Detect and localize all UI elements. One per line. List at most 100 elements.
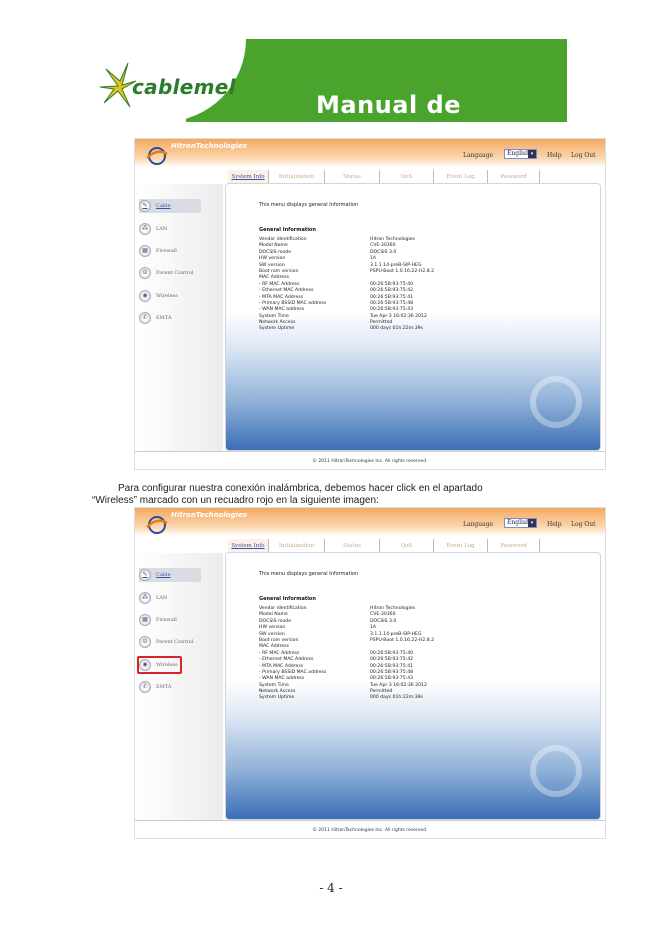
info-key: - WAN MAC address: [259, 676, 305, 682]
manual-title: Manual de Usuario: [316, 91, 461, 122]
info-key: - Primary BSSID MAC address: [259, 300, 327, 306]
tab-event-log[interactable]: Event Log: [434, 170, 488, 184]
sidebar-label: EMTA: [156, 684, 172, 690]
info-row: System Uptime 000 days 01h:22m:39s: [259, 326, 559, 332]
language-value: English: [507, 150, 530, 157]
info-key: Model Name: [259, 243, 288, 249]
tab-initialization[interactable]: Initialization: [269, 170, 325, 184]
info-table: Vendor identification Hitron Technologies…: [259, 606, 559, 702]
info-key: - Ethernet MAC Address: [259, 288, 314, 294]
info-key: MAC Address: [259, 275, 289, 281]
logout-link[interactable]: Log Out: [571, 152, 596, 159]
info-value: Tue Apr 3 16:02:36 2012: [370, 682, 427, 688]
logout-link[interactable]: Log Out: [571, 521, 596, 528]
info-key: SW version: [259, 262, 285, 268]
intro-text: This menu displays general Information: [259, 571, 359, 577]
language-select[interactable]: English ▾: [504, 149, 537, 159]
sidebar-label: Parent Control: [156, 270, 194, 276]
watermark-icon: [530, 376, 582, 428]
router-footer: © 2011 HitronTechnologies Inc. All right…: [135, 820, 605, 838]
info-key: - RF MAC Address: [259, 650, 300, 656]
sidebar-label: LAN: [156, 595, 168, 601]
tab-status[interactable]: Status: [325, 539, 380, 553]
sidebar-item-cable[interactable]: ✎ Cable: [139, 199, 201, 213]
tab-initialization[interactable]: Initialization: [269, 539, 325, 553]
header-banner: cablemel Manual de Usuario: [94, 39, 567, 122]
info-key: Network Access: [259, 320, 296, 326]
info-value: Hitron Technologies: [370, 237, 416, 242]
info-value: PSPU-Boot 1.0.16.22-H2.8.2: [370, 268, 435, 274]
sidebar-item-firewall[interactable]: ▦ Firewall: [139, 613, 201, 627]
cable-icon: ✎: [139, 200, 151, 212]
sidebar-item-lan[interactable]: ⁂ LAN: [139, 591, 201, 605]
router-screenshot-2: HitronTechnologies Language English ▾ Hel…: [134, 507, 606, 839]
info-key: HW version: [259, 256, 286, 262]
hitron-logo-icon: [146, 516, 168, 534]
lan-icon: ⁂: [139, 592, 151, 604]
language-select[interactable]: English ▾: [504, 518, 537, 528]
lan-icon: ⁂: [139, 223, 151, 235]
info-value: 000 days 01h:22m:39s: [370, 326, 423, 332]
paragraph-line-2: “Wireless” marcado con un recuadro rojo …: [92, 495, 379, 506]
tab-qos[interactable]: QoS: [380, 170, 434, 184]
tab-password[interactable]: Password: [488, 170, 540, 184]
sidebar-item-firewall[interactable]: ▦ Firewall: [139, 244, 201, 258]
info-value: 00:26:5B:93:75:48: [370, 300, 414, 306]
info-value: Permitted: [370, 689, 393, 695]
parent-control-icon: ☺: [139, 636, 151, 648]
sidebar-label: Firewall: [156, 617, 177, 623]
sidebar-item-parent-control[interactable]: ☺ Parent Control: [139, 635, 201, 649]
info-value: PSPU-Boot 1.0.16.22-H2.8.2: [370, 637, 435, 643]
info-key: System Time: [259, 682, 289, 688]
wireless-highlight-box: [137, 656, 182, 674]
tab-bar: System Info Initialization Status QoS Ev…: [228, 539, 540, 553]
info-key: System Uptime: [259, 695, 295, 701]
language-value: English: [507, 519, 530, 526]
sidebar-item-wireless[interactable]: ◉ Wireless: [139, 289, 201, 303]
wireless-icon: ◉: [139, 290, 151, 302]
language-label: Language: [463, 521, 494, 528]
sidebar-item-lan[interactable]: ⁂ LAN: [139, 222, 201, 236]
help-link[interactable]: Help: [547, 521, 562, 528]
cablemel-logo-text: cablemel: [132, 75, 236, 99]
emta-icon: ✆: [139, 312, 151, 324]
info-key: - Primary BSSID MAC address: [259, 669, 327, 675]
sidebar-item-cable[interactable]: ✎ Cable: [139, 568, 201, 582]
firewall-icon: ▦: [139, 245, 151, 257]
info-key: System Uptime: [259, 326, 295, 332]
language-label: Language: [463, 152, 494, 159]
info-key: DOCSIS mode: [259, 249, 292, 255]
info-value: 1A: [370, 625, 377, 631]
info-value: 00:26:5B:93:75:40: [370, 650, 414, 656]
tab-password[interactable]: Password: [488, 539, 540, 553]
info-key: MAC Address: [259, 644, 289, 650]
sidebar-label: Cable: [156, 572, 171, 578]
tab-system-info[interactable]: System Info: [228, 539, 269, 553]
tab-qos[interactable]: QoS: [380, 539, 434, 553]
sidebar-item-parent-control[interactable]: ☺ Parent Control: [139, 266, 201, 280]
sidebar-label: Parent Control: [156, 639, 194, 645]
tab-status[interactable]: Status: [325, 170, 380, 184]
router-footer: © 2011 HitronTechnologies Inc. All right…: [135, 451, 605, 469]
info-value: Permitted: [370, 320, 393, 326]
info-key: - MTA MAC Address: [259, 663, 304, 669]
info-value: 00:26:5B:93:75:42: [370, 288, 414, 294]
info-value: 00:26:5B:93:75:42: [370, 657, 414, 663]
info-value: 00:26:5B:93:75:48: [370, 669, 414, 675]
info-key: HW version: [259, 625, 286, 631]
hitron-logo-icon: [146, 147, 168, 165]
help-link[interactable]: Help: [547, 152, 562, 159]
info-value: 1A: [370, 256, 377, 262]
info-value: Tue Apr 3 16:02:36 2012: [370, 313, 427, 319]
intro-text: This menu displays general Information: [259, 202, 359, 208]
sidebar-item-emta[interactable]: ✆ EMTA: [139, 311, 201, 325]
info-value: 00:26:5B:93:75:43: [370, 676, 414, 682]
info-key: - Ethernet MAC Address: [259, 657, 314, 663]
sidebar-label: Wireless: [156, 293, 178, 299]
tab-event-log[interactable]: Event Log: [434, 539, 488, 553]
info-key: System Time: [259, 313, 289, 319]
tab-system-info[interactable]: System Info: [228, 170, 269, 184]
info-value: 00:26:5B:93:75:41: [370, 294, 414, 300]
info-value: 00:26:5B:93:75:43: [370, 307, 414, 313]
sidebar-item-emta[interactable]: ✆ EMTA: [139, 680, 201, 694]
